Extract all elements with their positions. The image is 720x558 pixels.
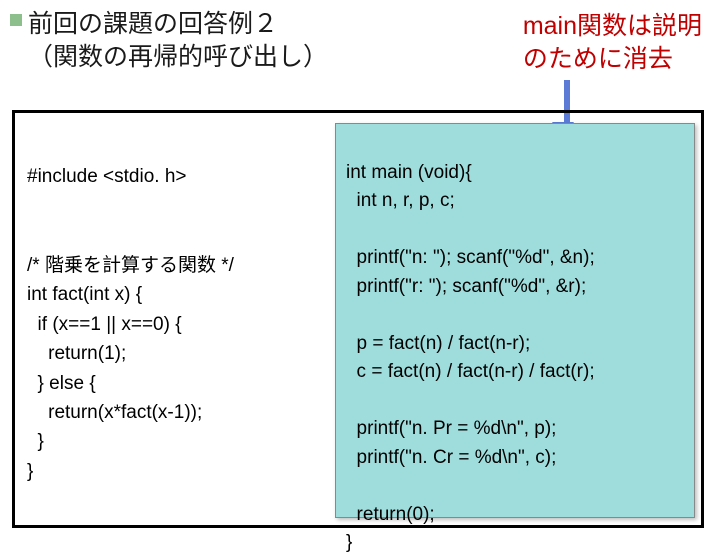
code-line: printf("n: "); scanf("%d", &n); <box>346 247 595 268</box>
code-line: p = fact(n) / fact(n-r); <box>346 333 530 354</box>
code-frame: #include <stdio. h> /* 階乗を計算する関数 */ int … <box>12 110 704 528</box>
code-line: /* 階乗を計算する関数 */ <box>27 255 234 276</box>
code-line: c = fact(n) / fact(n-r) / fact(r); <box>346 361 595 382</box>
code-line: return(0); <box>346 504 435 525</box>
code-line: int fact(int x) { <box>27 284 142 305</box>
code-line: printf("r: "); scanf("%d", &r); <box>346 276 586 297</box>
code-line: } <box>346 532 352 553</box>
code-line: printf("n. Cr = %d\n", c); <box>346 447 556 468</box>
code-line: } else { <box>27 373 96 394</box>
code-line: printf("n. Pr = %d\n", p); <box>346 418 556 439</box>
code-line: int n, r, p, c; <box>346 190 455 211</box>
note-line-1: main関数は説明 <box>523 10 702 43</box>
code-line: return(1); <box>27 343 126 364</box>
code-line: #include <stdio. h> <box>27 166 187 187</box>
code-line: if (x==1 || x==0) { <box>27 314 182 335</box>
square-bullet-icon <box>10 14 22 26</box>
code-left-column: #include <stdio. h> /* 階乗を計算する関数 */ int … <box>27 133 327 486</box>
code-line: return(x*fact(x-1)); <box>27 402 202 423</box>
code-right-column: int main (void){ int n, r, p, c; printf(… <box>335 123 695 518</box>
code-line: int main (void){ <box>346 162 472 183</box>
code-line: } <box>27 431 44 452</box>
note-line-2: のために消去 <box>523 43 702 76</box>
side-note: main関数は説明 のために消去 <box>523 10 702 75</box>
slide-header: 前回の課題の回答例２ （関数の再帰的呼び出し） main関数は説明 のために消去 <box>0 0 720 81</box>
code-line: } <box>27 461 33 482</box>
